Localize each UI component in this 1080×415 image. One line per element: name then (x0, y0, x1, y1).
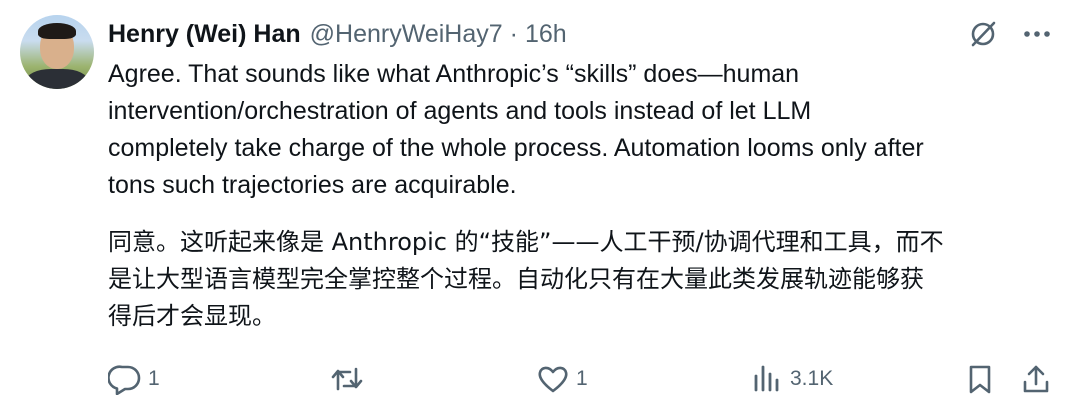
bookmark-button[interactable] (964, 361, 996, 397)
analytics-icon (750, 363, 784, 395)
separator-dot: · (509, 20, 518, 48)
tweet-time[interactable]: 16h (525, 16, 567, 52)
avatar[interactable] (20, 15, 94, 89)
more-icon[interactable] (1024, 30, 1050, 38)
reply-button[interactable]: 1 (108, 361, 160, 397)
heart-icon (536, 363, 570, 395)
share-icon (1020, 363, 1052, 395)
avatar-hair (38, 23, 76, 39)
grok-icon[interactable] (968, 19, 998, 49)
action-bar: 1 1 3.1K (108, 361, 1052, 397)
retweet-button[interactable] (330, 361, 370, 397)
author-handle[interactable]: @HenryWeiHay7 (310, 16, 503, 52)
header-icons (968, 16, 1050, 52)
tweet-body: Agree. That sounds like what Anthropic’s… (108, 56, 1058, 335)
like-button[interactable]: 1 (536, 361, 588, 397)
bookmark-icon (964, 363, 996, 395)
reply-count: 1 (148, 367, 160, 390)
like-count: 1 (576, 367, 588, 390)
author-name[interactable]: Henry (Wei) Han (108, 16, 301, 52)
tweet-text-chinese: 同意。这听起来像是 Anthropic 的“技能”——人工干预/协调代理和工具，… (108, 228, 944, 330)
tweet-text-english: Agree. That sounds like what Anthropic’s… (108, 60, 924, 199)
tweet-header: Henry (Wei) Han @HenryWeiHay7 · 16h (108, 16, 567, 52)
reply-icon (108, 363, 142, 395)
share-button[interactable] (1020, 361, 1052, 397)
views-button[interactable]: 3.1K (750, 361, 833, 397)
views-count: 3.1K (790, 367, 834, 390)
retweet-icon (330, 363, 364, 395)
tweet: Henry (Wei) Han @HenryWeiHay7 · 16h Agre… (0, 0, 1080, 415)
avatar-shirt (26, 69, 88, 89)
